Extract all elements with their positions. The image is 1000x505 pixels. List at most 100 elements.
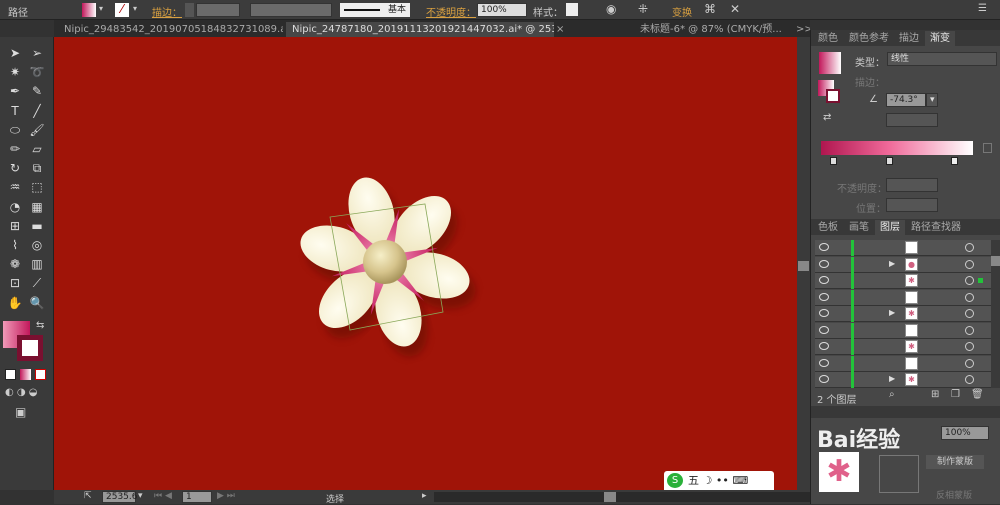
ime-toolbar[interactable]: S 五 ☽ •• ⌨ bbox=[664, 471, 774, 490]
stroke-label[interactable]: 描边： bbox=[152, 4, 182, 19]
gradient-slider[interactable] bbox=[821, 141, 973, 155]
target-circle-icon[interactable] bbox=[965, 309, 974, 318]
artboard-field[interactable]: 1 bbox=[182, 491, 212, 503]
fill-dropdown-icon[interactable]: ▾ bbox=[99, 4, 103, 13]
menu-icon[interactable]: ☰ bbox=[978, 3, 987, 14]
expand-arrow-icon[interactable]: ▶ bbox=[889, 259, 895, 268]
locate-object-icon[interactable]: ⌕ bbox=[889, 389, 895, 400]
close-tab-icon[interactable]: × bbox=[554, 22, 568, 37]
ellipse-tool[interactable]: ⬭ bbox=[6, 122, 24, 138]
gradient-stop-3[interactable] bbox=[951, 157, 958, 165]
status-mode[interactable]: 选择 bbox=[326, 492, 344, 505]
mask-thumbnail[interactable] bbox=[879, 455, 919, 493]
rotate-tool[interactable]: ↻ bbox=[6, 160, 24, 176]
layer-row[interactable] bbox=[815, 355, 995, 372]
artboard-canvas[interactable]: S 五 ☽ •• ⌨ bbox=[54, 37, 797, 490]
layer-row[interactable]: ▶ ✱ bbox=[815, 372, 995, 388]
transform-button[interactable]: 变换 bbox=[672, 4, 692, 19]
visibility-eye-icon[interactable] bbox=[819, 325, 829, 334]
stop-location-field[interactable] bbox=[886, 198, 938, 212]
selection-tool[interactable]: ➤ bbox=[6, 45, 24, 61]
scrollbar-thumb[interactable] bbox=[798, 261, 809, 271]
variable-width-field[interactable] bbox=[250, 3, 332, 17]
layer-row[interactable]: ▶ ✱ bbox=[815, 306, 995, 322]
direct-selection-tool[interactable]: ➢ bbox=[28, 45, 46, 61]
invert-mask-checkbox[interactable]: 反相蒙版 bbox=[936, 488, 972, 501]
visibility-eye-icon[interactable] bbox=[819, 375, 829, 383]
eraser-tool[interactable]: ▱ bbox=[28, 141, 46, 157]
transparency-opacity-field[interactable]: 100% bbox=[941, 426, 989, 440]
column-graph-tool[interactable]: ▥ bbox=[28, 256, 46, 272]
opacity-field[interactable]: 100% bbox=[477, 3, 527, 17]
hand-tool[interactable]: ✋ bbox=[6, 295, 24, 311]
isolate-icon[interactable]: ⌘ bbox=[704, 2, 716, 16]
visibility-eye-icon[interactable] bbox=[819, 292, 829, 301]
angle-field[interactable]: -74.3° bbox=[886, 93, 926, 107]
paintbrush-tool[interactable]: 🖌 bbox=[28, 122, 46, 138]
zoom-dropdown-icon[interactable]: ▾ bbox=[138, 491, 143, 501]
hscroll-thumb[interactable] bbox=[604, 492, 616, 502]
tab-overflow-icon[interactable]: >> bbox=[794, 22, 810, 37]
visibility-eye-icon[interactable] bbox=[819, 259, 829, 268]
stroke-swatch[interactable]: ⁄ bbox=[115, 3, 129, 17]
layers-scroll-thumb[interactable] bbox=[991, 256, 1000, 266]
target-circle-icon[interactable] bbox=[965, 325, 974, 335]
magic-wand-tool[interactable]: ✷ bbox=[6, 64, 24, 80]
layer-row[interactable] bbox=[815, 322, 995, 339]
ime-mode[interactable]: 五 bbox=[688, 474, 699, 487]
target-circle-icon[interactable] bbox=[965, 243, 974, 252]
fill-swatch[interactable] bbox=[82, 3, 96, 17]
gradient-tool[interactable]: ▬ bbox=[28, 218, 46, 234]
expand-arrow-icon[interactable]: ▶ bbox=[889, 374, 895, 383]
curvature-tool[interactable]: ✎ bbox=[28, 83, 46, 99]
layer-row[interactable]: ▶ ● bbox=[815, 256, 995, 273]
target-circle-icon[interactable] bbox=[965, 276, 974, 285]
artboard-tool[interactable]: ⊡ bbox=[6, 275, 24, 291]
expand-arrow-icon[interactable]: ▶ bbox=[889, 308, 895, 317]
delete-stop-icon[interactable] bbox=[983, 143, 992, 153]
reverse-gradient-icon[interactable]: ⇄ bbox=[823, 112, 831, 123]
layer-row[interactable] bbox=[815, 289, 995, 306]
visibility-eye-icon[interactable] bbox=[819, 309, 829, 317]
tab-document-2[interactable]: Nipic_24787180_20191113201921447032.ai* … bbox=[286, 22, 554, 37]
target-circle-icon[interactable] bbox=[965, 375, 974, 384]
tab-color[interactable]: 颜色 bbox=[813, 31, 843, 46]
tab-pathfinder[interactable]: 路径查找器 bbox=[906, 220, 966, 235]
tab-stroke[interactable]: 描边 bbox=[894, 31, 924, 46]
draw-mode-icon[interactable]: ◐ ◑ ◒ bbox=[5, 387, 38, 398]
gradient-stop-1[interactable] bbox=[830, 157, 837, 165]
scale-tool[interactable]: ⧉ bbox=[28, 160, 46, 176]
target-circle-icon[interactable] bbox=[965, 342, 974, 351]
gradient-stop-2[interactable] bbox=[886, 157, 893, 165]
visibility-eye-icon[interactable] bbox=[819, 358, 829, 367]
layer-row[interactable]: ✱ bbox=[815, 273, 995, 289]
line-tool[interactable]: ╱ bbox=[28, 103, 46, 119]
tab-swatches[interactable]: 色板 bbox=[813, 220, 843, 235]
stroke-weight-field[interactable] bbox=[196, 3, 240, 17]
gradient-preview-swatch[interactable] bbox=[819, 52, 841, 74]
recolor-icon[interactable]: ◉ bbox=[606, 2, 616, 16]
tab-gradient[interactable]: 渐变 bbox=[925, 31, 955, 46]
delete-layer-icon[interactable]: 🗑 bbox=[971, 389, 984, 400]
pencil-tool[interactable]: ✏ bbox=[6, 141, 24, 157]
none-mode-icon[interactable] bbox=[35, 369, 46, 380]
gradient-type-dropdown[interactable]: 线性 bbox=[887, 52, 997, 66]
pen-tool[interactable]: ✒ bbox=[6, 83, 24, 99]
stroke-swatch-small[interactable] bbox=[826, 89, 840, 103]
tab-layers[interactable]: 图层 bbox=[875, 220, 905, 235]
eyedropper-tool[interactable]: ⌇ bbox=[6, 237, 24, 253]
next-artboard-icon[interactable]: ▶ ⏭ bbox=[217, 491, 235, 501]
free-transform-tool[interactable]: ⬚ bbox=[28, 179, 46, 195]
status-menu-icon[interactable]: ▸ bbox=[422, 491, 427, 501]
brush-style-dropdown[interactable]: 基本 bbox=[340, 3, 410, 17]
stroke-color-swatch[interactable] bbox=[17, 335, 43, 361]
gradient-mode-icon[interactable] bbox=[20, 369, 31, 380]
aspect-ratio-field[interactable] bbox=[886, 113, 938, 127]
zoom-field[interactable]: 2535.6 bbox=[102, 491, 138, 503]
tab-color-guide[interactable]: 颜色参考 bbox=[844, 31, 894, 46]
color-mode-icon[interactable] bbox=[5, 369, 16, 380]
symbol-sprayer-tool[interactable]: ❁ bbox=[6, 256, 24, 272]
mesh-tool[interactable]: ⊞ bbox=[6, 218, 24, 234]
visibility-eye-icon[interactable] bbox=[819, 276, 829, 284]
tab-brushes[interactable]: 画笔 bbox=[844, 220, 874, 235]
